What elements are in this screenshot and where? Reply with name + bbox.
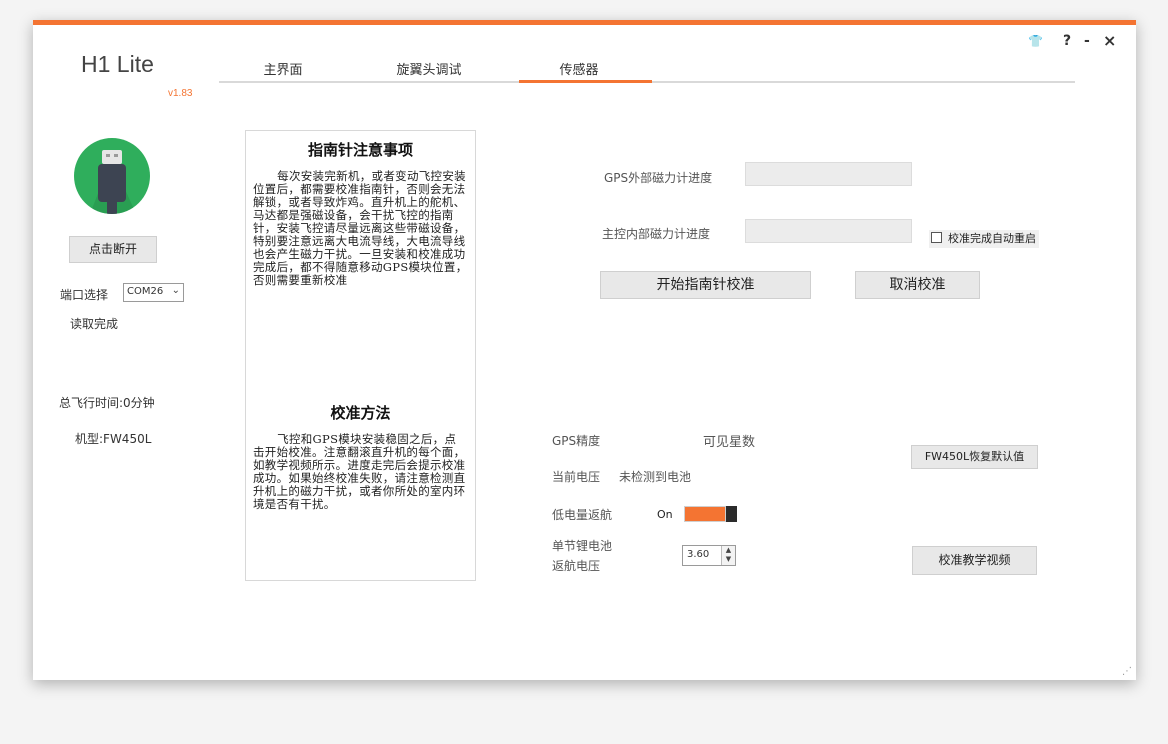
notice-title: 指南针注意事项 <box>307 141 413 159</box>
compass-notice-panel: 指南针注意事项 每次安装完新机，或者变动飞控安装位置后，都需要校准指南针，否则会… <box>245 130 476 581</box>
main-mag-label: 主控内部磁力计进度 <box>602 227 711 241</box>
auto-restart-label: 校准完成自动重启 <box>948 232 1036 245</box>
voltage-label: 当前电压 <box>552 470 601 484</box>
toggle-fill <box>684 506 726 522</box>
voltage-value: 未检测到电池 <box>619 470 692 484</box>
port-select-value: COM26 <box>127 286 164 297</box>
tab-active-indicator <box>519 80 652 83</box>
cell-voltage-label-1: 单节锂电池 <box>552 539 613 553</box>
flight-time: 总飞行时间:0分钟 <box>59 396 155 410</box>
gps-accuracy-label: GPS精度 <box>552 434 601 448</box>
low-battery-label: 低电量返航 <box>552 508 613 522</box>
auto-restart-checkbox[interactable]: 校准完成自动重启 <box>929 230 1039 248</box>
help-button[interactable]: ? <box>1063 33 1071 49</box>
low-battery-state: On <box>657 508 673 521</box>
tutorial-video-button[interactable]: 校准教学视频 <box>912 546 1037 575</box>
model-label: 机型:FW450L <box>75 432 152 446</box>
satellites-label: 可见星数 <box>703 435 756 450</box>
chevron-down-icon: ⌄ <box>171 285 180 296</box>
method-body: 飞控和GPS模块安装稳固之后，点击开始校准。注意翻滚直升机的每个面，如教学视频所… <box>253 432 466 511</box>
port-select[interactable]: COM26 ⌄ <box>123 283 184 302</box>
stepper-arrows[interactable]: ▲ ▼ <box>721 546 735 565</box>
minimize-button[interactable]: - <box>1084 33 1090 49</box>
method-title: 校准方法 <box>330 404 391 422</box>
cell-voltage-stepper[interactable]: 3.60 ▲ ▼ <box>682 545 736 566</box>
resize-grip-icon[interactable]: ⋰ <box>1122 666 1132 677</box>
cell-voltage-label-2: 返航电压 <box>552 559 601 573</box>
cell-voltage-value: 3.60 <box>687 549 710 560</box>
stepper-up-icon[interactable]: ▲ <box>722 546 735 555</box>
close-button[interactable]: × <box>1103 31 1116 50</box>
low-battery-toggle[interactable] <box>684 506 737 522</box>
restore-defaults-button[interactable]: FW450L恢复默认值 <box>911 445 1038 469</box>
start-calibration-button[interactable]: 开始指南针校准 <box>600 271 811 299</box>
app-title: H1 Lite <box>81 51 154 77</box>
toggle-knob <box>726 506 737 522</box>
checkbox-box <box>931 232 942 243</box>
stepper-down-icon[interactable]: ▼ <box>722 555 735 564</box>
cancel-calibration-button[interactable]: 取消校准 <box>855 271 980 299</box>
app-window: H1 Lite v1.83 👕 ? - × 主界面 旋翼头调试 传感器 点击断开… <box>33 20 1136 680</box>
notice-body: 每次安装完新机，或者变动飞控安装位置后，都需要校准指南针，否则会无法解锁，或者导… <box>253 169 468 287</box>
read-status: 读取完成 <box>70 317 119 331</box>
skin-icon[interactable]: 👕 <box>1028 34 1043 48</box>
gps-mag-progress-bar <box>745 162 912 186</box>
app-version: v1.83 <box>168 88 193 99</box>
usb-icon <box>74 138 150 214</box>
disconnect-button[interactable]: 点击断开 <box>69 236 157 263</box>
port-label: 端口选择 <box>60 288 109 302</box>
main-mag-progress-bar <box>745 219 912 243</box>
gps-mag-label: GPS外部磁力计进度 <box>604 171 713 185</box>
